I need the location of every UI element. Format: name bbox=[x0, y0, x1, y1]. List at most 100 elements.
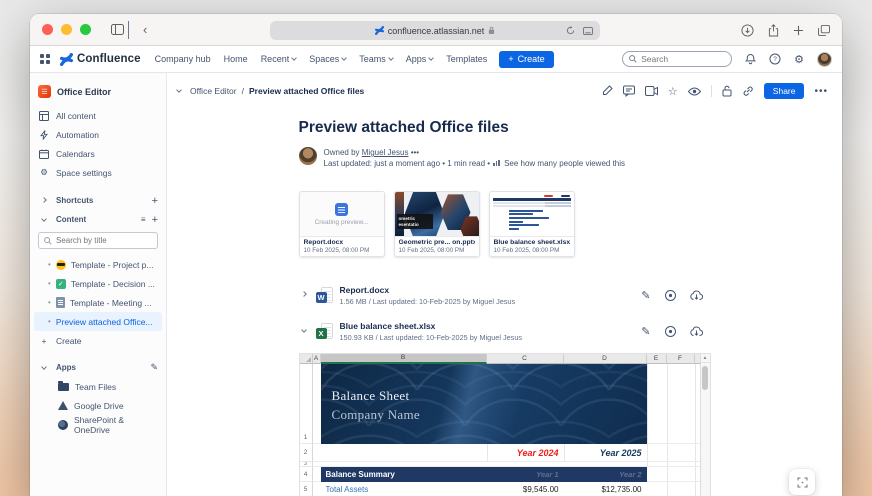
sidebar-create-item[interactable]: + Create bbox=[30, 331, 166, 350]
breadcrumb-space-link[interactable]: Office Editor bbox=[190, 86, 237, 96]
shortcuts-section-header[interactable]: Shortcuts + bbox=[30, 191, 166, 210]
sidebar-item-automation[interactable]: Automation bbox=[30, 125, 166, 144]
sidebar-item-calendars[interactable]: Calendars bbox=[30, 144, 166, 163]
downloads-icon[interactable] bbox=[741, 23, 754, 37]
download-cloud-icon[interactable] bbox=[689, 326, 703, 337]
sidebar-page-template-meeting[interactable]: • Template - Meeting ... bbox=[34, 293, 162, 312]
zoom-button[interactable] bbox=[80, 24, 91, 35]
more-actions-button[interactable]: ••• bbox=[814, 86, 828, 97]
download-cloud-icon[interactable] bbox=[689, 290, 703, 301]
sidebar-menu-chevron-icon[interactable] bbox=[128, 20, 129, 39]
scroll-up-arrow-icon[interactable]: ▲ bbox=[700, 354, 710, 364]
year-2025-cell[interactable]: Year 2025 bbox=[564, 444, 647, 462]
confluence-brand[interactable]: Confluence bbox=[60, 52, 141, 66]
edit-apps-pencil-icon[interactable]: ✎ bbox=[150, 362, 158, 373]
sidebar-page-template-project[interactable]: • Template - Project p... bbox=[34, 255, 162, 274]
year-2024-cell[interactable]: Year 2024 bbox=[487, 444, 564, 462]
new-tab-icon[interactable] bbox=[793, 25, 804, 36]
sidebar-search[interactable] bbox=[38, 232, 158, 249]
share-icon[interactable] bbox=[768, 23, 779, 37]
filter-icon[interactable]: ≡ bbox=[141, 215, 146, 224]
sidebar-page-preview-attached-office[interactable]: • Preview attached Office... bbox=[34, 312, 162, 331]
reload-icon[interactable] bbox=[566, 26, 575, 35]
address-bar[interactable]: confluence.atlassian.net bbox=[270, 21, 600, 40]
preview-eye-icon[interactable] bbox=[664, 289, 677, 301]
column-header-e[interactable]: E bbox=[646, 354, 667, 365]
column-header-d[interactable]: D bbox=[563, 354, 647, 365]
select-all-corner[interactable] bbox=[299, 354, 313, 365]
total-assets-label-cell[interactable]: Total Assets bbox=[321, 482, 487, 496]
column-header-f[interactable]: F bbox=[666, 354, 695, 365]
restrictions-lock-icon[interactable] bbox=[722, 85, 732, 97]
expand-preview-button[interactable] bbox=[789, 469, 815, 495]
link-icon[interactable] bbox=[742, 85, 754, 97]
app-switcher-icon[interactable] bbox=[40, 54, 50, 64]
sidebar-item-all-content[interactable]: All content bbox=[30, 106, 166, 125]
tab-overview-icon[interactable] bbox=[818, 24, 830, 36]
search-input[interactable] bbox=[641, 54, 722, 64]
nav-spaces[interactable]: Spaces bbox=[309, 54, 348, 64]
nav-company-hub[interactable]: Company hub bbox=[155, 54, 211, 64]
preview-eye-icon[interactable] bbox=[664, 325, 677, 337]
column-header-a[interactable]: A bbox=[312, 354, 321, 365]
user-avatar[interactable] bbox=[817, 51, 832, 67]
card-report-docx[interactable]: Creating preview... Report.docx 10 Feb 2… bbox=[298, 191, 385, 258]
content-section-header[interactable]: Content ≡ + bbox=[30, 210, 166, 229]
edit-file-pencil-icon[interactable]: ✎ bbox=[641, 289, 650, 302]
sidebar-toggle-icon[interactable] bbox=[111, 24, 124, 35]
total-assets-2024-cell[interactable]: $9,545.00 bbox=[487, 482, 564, 496]
settings-gear-icon[interactable]: ⚙ bbox=[794, 53, 804, 66]
scrollbar-thumb[interactable] bbox=[702, 366, 708, 391]
close-button[interactable] bbox=[42, 24, 53, 35]
collapse-chevron-icon[interactable] bbox=[299, 327, 309, 334]
sidebar-app-team-files[interactable]: Team Files bbox=[30, 377, 166, 396]
row-header-1[interactable]: 1 bbox=[299, 364, 313, 445]
notifications-bell-icon[interactable] bbox=[745, 53, 757, 65]
reader-icon[interactable] bbox=[583, 26, 593, 35]
nav-teams[interactable]: Teams bbox=[359, 54, 394, 64]
owner-avatar[interactable] bbox=[298, 147, 317, 165]
preview-scrollbar[interactable]: ▲ bbox=[699, 354, 710, 496]
help-icon[interactable]: ? bbox=[769, 53, 781, 65]
global-search[interactable] bbox=[622, 51, 733, 67]
star-icon[interactable]: ☆ bbox=[668, 85, 678, 98]
sidebar-app-sharepoint-onedrive[interactable]: SharePoint & OneDrive bbox=[30, 415, 166, 435]
apps-section-header[interactable]: Apps ✎ bbox=[30, 358, 166, 377]
minimize-button[interactable] bbox=[61, 24, 72, 35]
card-geometric-pptx[interactable]: ometric esentatio Geometric pre... on.pp… bbox=[393, 191, 480, 258]
column-header-b[interactable]: B bbox=[320, 354, 487, 365]
edit-page-icon[interactable] bbox=[601, 85, 613, 97]
owner-more-button[interactable]: ••• bbox=[411, 148, 419, 157]
sidebar-item-space-settings[interactable]: ⚙ Space settings bbox=[30, 163, 166, 182]
back-button[interactable]: ‹ bbox=[143, 22, 147, 37]
video-record-icon[interactable] bbox=[644, 86, 658, 96]
card-blue-balance-sheet-xlsx[interactable]: Blue balance sheet.xlsx 10 Feb 2025, 08:… bbox=[488, 191, 575, 258]
column-header-c[interactable]: C bbox=[486, 354, 564, 365]
file-name[interactable]: Report.docx bbox=[340, 285, 635, 295]
nav-templates[interactable]: Templates bbox=[446, 54, 487, 64]
edit-file-pencil-icon[interactable]: ✎ bbox=[641, 325, 650, 338]
space-header[interactable]: ☰ Office Editor bbox=[30, 83, 166, 100]
row-header-4[interactable]: 4 bbox=[299, 467, 313, 483]
row-header-2[interactable]: 2 bbox=[299, 444, 313, 463]
total-assets-2025-cell[interactable]: $12,735.00 bbox=[564, 482, 647, 496]
owner-link[interactable]: Miguel Jesus bbox=[362, 148, 409, 157]
expand-chevron-icon[interactable] bbox=[299, 291, 309, 298]
comments-icon[interactable] bbox=[622, 85, 635, 97]
views-analytics-link[interactable]: See how many people viewed this bbox=[504, 159, 625, 168]
share-button[interactable]: Share bbox=[763, 83, 805, 99]
nav-apps[interactable]: Apps bbox=[406, 54, 435, 64]
add-content-button[interactable]: + bbox=[152, 214, 158, 226]
create-button[interactable]: + Create bbox=[499, 50, 554, 68]
sidebar-search-input[interactable] bbox=[56, 236, 146, 245]
nav-recent[interactable]: Recent bbox=[261, 54, 298, 64]
watch-eye-icon[interactable] bbox=[687, 87, 701, 96]
file-name[interactable]: Blue balance sheet.xlsx bbox=[340, 321, 635, 331]
nav-home[interactable]: Home bbox=[224, 54, 248, 64]
collapse-sidebar-chevron-icon[interactable] bbox=[173, 87, 185, 93]
breadcrumb: Office Editor / Preview attached Office … bbox=[173, 86, 364, 96]
sidebar-page-template-decision[interactable]: • ✓ Template - Decision ... bbox=[34, 274, 162, 293]
sidebar-app-google-drive[interactable]: Google Drive bbox=[30, 396, 166, 415]
row-header-5[interactable]: 5 bbox=[299, 482, 313, 496]
add-shortcut-button[interactable]: + bbox=[152, 195, 158, 207]
